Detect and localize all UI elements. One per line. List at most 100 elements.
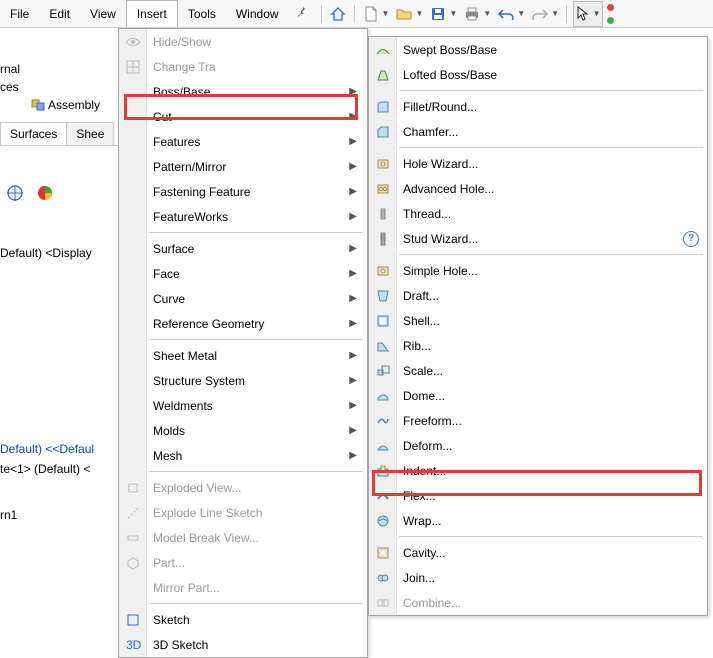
select-tool[interactable]: ▼ xyxy=(573,1,603,27)
draft-icon xyxy=(374,287,392,305)
menu-edit[interactable]: Edit xyxy=(39,0,80,27)
menu-curve[interactable]: Curve▶ xyxy=(119,286,367,311)
menu-rib[interactable]: Rib... xyxy=(369,333,707,358)
menu-indent[interactable]: Indent... xyxy=(369,458,707,483)
menu-mesh[interactable]: Mesh▶ xyxy=(119,443,367,468)
dropdown-icon[interactable]: ▼ xyxy=(382,9,390,18)
dropdown-icon[interactable]: ▼ xyxy=(517,9,525,18)
menu-referencegeometry[interactable]: Reference Geometry▶ xyxy=(119,311,367,336)
menu-structuresystem[interactable]: Structure System▶ xyxy=(119,368,367,393)
menu-sweptbossbase[interactable]: Swept Boss/Base xyxy=(369,37,707,62)
appearance-icon[interactable] xyxy=(36,184,54,205)
menu-part: Part... xyxy=(119,550,367,575)
menu-cavity[interactable]: Cavity... xyxy=(369,540,707,565)
menu-file[interactable]: File xyxy=(0,0,39,27)
join-icon xyxy=(374,569,392,587)
cavity-icon xyxy=(374,544,392,562)
text-fragment: ces xyxy=(0,80,19,94)
menu-thread[interactable]: Thread... xyxy=(369,201,707,226)
menu-features[interactable]: Features▶ xyxy=(119,129,367,154)
menu-featureworks[interactable]: FeatureWorks▶ xyxy=(119,204,367,229)
save-button[interactable]: ▼ xyxy=(426,5,460,23)
tree-item[interactable]: te<1> (Default) < xyxy=(0,462,90,476)
menu-fasteningfeature[interactable]: Fastening Feature▶ xyxy=(119,179,367,204)
tree-item[interactable]: rn1 xyxy=(0,508,17,522)
print-button[interactable]: ▼ xyxy=(460,5,494,23)
tab-sheet[interactable]: Shee xyxy=(66,122,114,145)
menu-join[interactable]: Join... xyxy=(369,565,707,590)
dropdown-icon[interactable]: ▼ xyxy=(449,9,457,18)
menu-surface[interactable]: Surface▶ xyxy=(119,236,367,261)
redo-button[interactable]: ▼ xyxy=(528,5,562,23)
menu-fillet[interactable]: Fillet/Round... xyxy=(369,94,707,119)
menu-label: Freeform... xyxy=(403,414,462,428)
menu-label: Thread... xyxy=(403,207,451,221)
undo-button[interactable]: ▼ xyxy=(494,5,528,23)
dropdown-icon[interactable]: ▼ xyxy=(593,9,601,18)
menu-advancedhole[interactable]: Advanced Hole... xyxy=(369,176,707,201)
rib-icon xyxy=(374,337,392,355)
submenu-arrow-icon: ▶ xyxy=(349,211,357,222)
menu-simplehole[interactable]: Simple Hole... xyxy=(369,258,707,283)
menu-holewizard[interactable]: Hole Wizard... xyxy=(369,151,707,176)
open-button[interactable]: ▼ xyxy=(392,5,426,23)
menu-label: Hide/Show xyxy=(153,35,211,49)
wrap-icon xyxy=(374,512,392,530)
menu-3dsketch[interactable]: 3D3D Sketch xyxy=(119,632,367,657)
menu-scale[interactable]: Scale... xyxy=(369,358,707,383)
menu-label: 3D Sketch xyxy=(153,638,208,652)
pin-icon[interactable] xyxy=(289,6,317,21)
dropdown-icon[interactable]: ▼ xyxy=(483,9,491,18)
menu-insert[interactable]: Insert xyxy=(126,0,178,27)
menu-view[interactable]: View xyxy=(80,0,126,27)
menu-sketch[interactable]: Sketch xyxy=(119,607,367,632)
freeform-icon xyxy=(374,412,392,430)
menu-loftedbossbase[interactable]: Lofted Boss/Base xyxy=(369,62,707,87)
tree-item[interactable]: Default) <<Defaul xyxy=(0,442,94,456)
menu-wrap[interactable]: Wrap... xyxy=(369,508,707,533)
menu-label: Simple Hole... xyxy=(403,264,478,278)
menu-patternmirror[interactable]: Pattern/Mirror▶ xyxy=(119,154,367,179)
menu-dome[interactable]: Dome... xyxy=(369,383,707,408)
menu-freeform[interactable]: Freeform... xyxy=(369,408,707,433)
menu-sheetmetal[interactable]: Sheet Metal▶ xyxy=(119,343,367,368)
menu-face[interactable]: Face▶ xyxy=(119,261,367,286)
menu-chamfer[interactable]: Chamfer... xyxy=(369,119,707,144)
menu-weldments[interactable]: Weldments▶ xyxy=(119,393,367,418)
menu-studwizard[interactable]: Stud Wizard...? xyxy=(369,226,707,251)
holewizard-icon xyxy=(374,155,392,173)
dropdown-icon[interactable]: ▼ xyxy=(415,9,423,18)
submenu-arrow-icon: ▶ xyxy=(349,293,357,304)
menu-shell[interactable]: Shell... xyxy=(369,308,707,333)
help-icon[interactable]: ? xyxy=(683,231,699,247)
home-button[interactable] xyxy=(326,5,350,23)
menu-separator xyxy=(149,232,363,233)
assembly-label[interactable]: Assembly xyxy=(48,98,100,112)
text-fragment: Default) <Display xyxy=(0,246,92,260)
menu-bossbase[interactable]: Boss/Base▶ xyxy=(119,79,367,104)
menu-flex[interactable]: Flex... xyxy=(369,483,707,508)
menu-draft[interactable]: Draft... xyxy=(369,283,707,308)
menu-label: Swept Boss/Base xyxy=(403,43,497,57)
target-icon[interactable] xyxy=(6,184,24,205)
combine-icon xyxy=(374,594,392,612)
dropdown-icon[interactable]: ▼ xyxy=(551,9,559,18)
menu-label: Fillet/Round... xyxy=(403,100,477,114)
menu-label: Combine... xyxy=(403,596,461,610)
studwizard-icon xyxy=(374,230,392,248)
menu-label: Rib... xyxy=(403,339,431,353)
tab-surfaces[interactable]: Surfaces xyxy=(0,122,67,145)
new-button[interactable]: ▼ xyxy=(359,5,393,23)
menu-tools[interactable]: Tools xyxy=(178,0,226,27)
menu-label: Chamfer... xyxy=(403,125,458,139)
menu-label: Lofted Boss/Base xyxy=(403,68,497,82)
menu-label: Hole Wizard... xyxy=(403,157,478,171)
menu-molds[interactable]: Molds▶ xyxy=(119,418,367,443)
advancedhole-icon xyxy=(374,180,392,198)
menu-deform[interactable]: Deform... xyxy=(369,433,707,458)
menu-cut[interactable]: Cut▶ xyxy=(119,104,367,129)
menu-label: Structure System xyxy=(153,374,245,388)
menu-window[interactable]: Window xyxy=(226,0,289,27)
menu-label: Stud Wizard... xyxy=(403,232,478,246)
menu-label: Sketch xyxy=(153,613,190,627)
